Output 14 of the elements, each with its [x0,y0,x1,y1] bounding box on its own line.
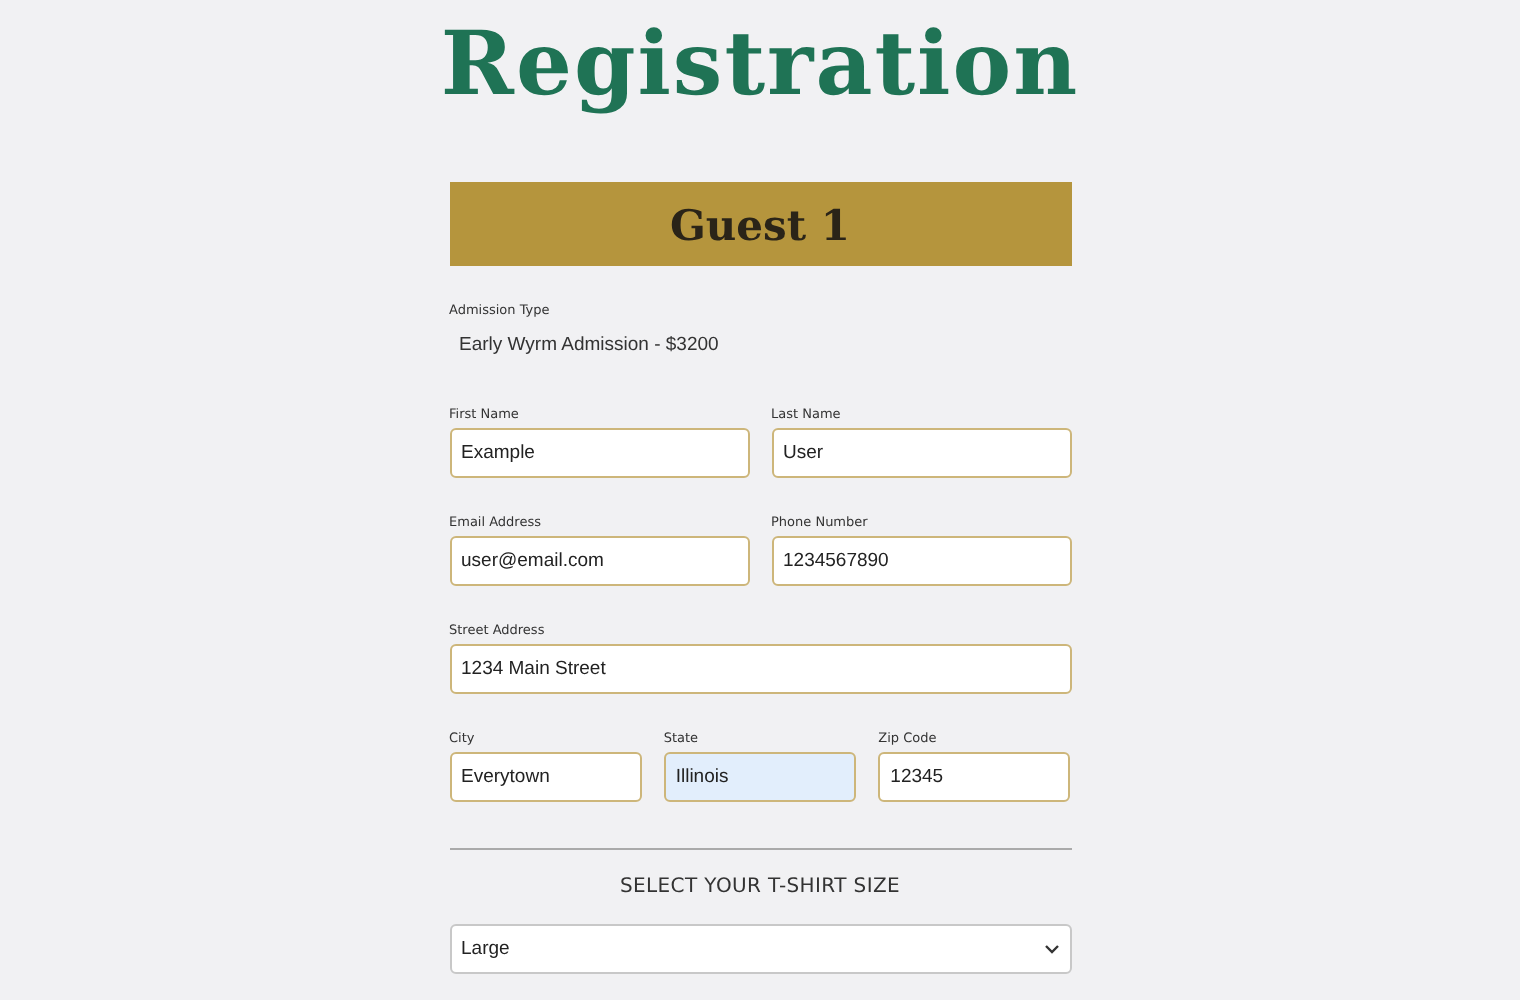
input-field[interactable]: 1234 Main Street [449,644,1071,694]
input-field[interactable]: Example [449,428,749,478]
size-select[interactable]: Large [449,924,1071,974]
input-field[interactable]: Illinois [663,752,857,802]
input-field[interactable]: Everytown [449,752,642,802]
chevron-icon [1043,944,1059,954]
input-field[interactable]: User [771,428,1071,478]
shirt-size-heading: SELECT YOUR T-SHIRT SIZE [617,876,903,898]
admission-value: Early Wyrm Admission - $3200 [457,332,721,356]
guest-heading: Guest 1 [669,199,850,249]
input-field[interactable]: 12345 [878,752,1071,802]
page-title: Registration [440,16,1080,116]
input-field[interactable]: 1234567890 [771,536,1071,586]
input-field[interactable]: user@email.com [449,536,749,586]
